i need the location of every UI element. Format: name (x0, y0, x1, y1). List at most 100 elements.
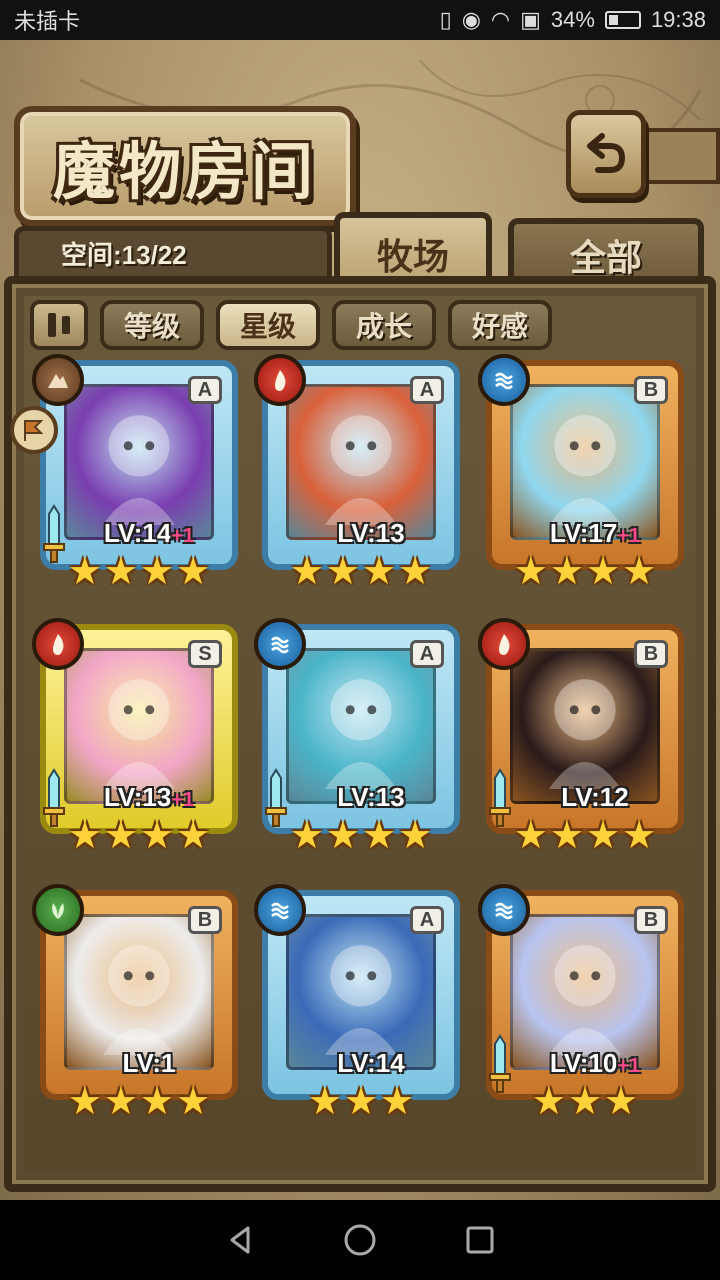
level-text: LV:13 (337, 782, 405, 812)
star-icon: ★ (67, 815, 102, 857)
back-button[interactable] (566, 110, 646, 198)
battery-icon (604, 11, 641, 29)
nav-recents-icon[interactable] (462, 1222, 498, 1258)
rank-badge: S (188, 640, 222, 668)
star-icon: ★ (343, 1081, 379, 1123)
star-rating: ★ ★ ★ ★ (480, 552, 690, 592)
filter-affection-button[interactable]: 好感 (448, 300, 552, 350)
star-icon: ★ (622, 815, 657, 857)
star-rating: ★ ★ ★ ★ (256, 552, 466, 592)
monster-card[interactable]: B LV:1 ★ ★ ★ ★ (32, 884, 244, 1122)
star-icon: ★ (176, 815, 211, 857)
rank-badge: B (634, 906, 668, 934)
monster-card[interactable]: B LV:10+1 ★ ★ ★ (478, 884, 690, 1122)
level-bonus: +1 (617, 525, 641, 547)
star-icon: ★ (103, 1081, 138, 1123)
star-icon: ★ (531, 1081, 566, 1123)
monster-card[interactable]: A LV:14 ★ ★ ★ (254, 884, 466, 1122)
earth-element-icon (32, 354, 84, 406)
monster-portrait (64, 384, 214, 540)
clock: 19:38 (650, 7, 706, 32)
star-icon: ★ (622, 551, 657, 593)
back-bar-decoration (646, 128, 720, 184)
water-element-icon (478, 884, 530, 936)
monster-card[interactable]: B LV:12 ★ ★ ★ ★ (478, 618, 690, 857)
team-leader-badge[interactable] (10, 406, 58, 454)
level-label: LV:12 (520, 782, 670, 813)
star-rating: ★ ★ ★ ★ (256, 816, 466, 856)
star-icon: ★ (380, 1081, 415, 1123)
level-label: LV:17+1 (520, 518, 670, 549)
level-label: LV:1 (74, 1048, 224, 1079)
level-label: LV:14+1 (74, 518, 224, 549)
fire-element-icon (478, 618, 530, 670)
sort-order-toggle[interactable] (30, 300, 88, 350)
monster-card[interactable]: S LV:13+1 ★ ★ ★ ★ (32, 618, 244, 857)
monster-portrait (510, 384, 660, 540)
back-arrow-icon (587, 133, 626, 173)
level-text: LV:14 (337, 1048, 405, 1078)
level-label: LV:14 (296, 1048, 446, 1079)
level-text: LV:1 (122, 1048, 176, 1078)
star-rating: ★ ★ ★ ★ (34, 552, 244, 592)
system-nav-bar (0, 1200, 720, 1280)
monster-card[interactable]: A LV:14+1 ★ ★ ★ ★ (32, 354, 244, 592)
monster-card[interactable]: A LV:13 ★ ★ ★ ★ (254, 354, 466, 592)
monster-card[interactable]: A LV:13 ★ ★ ★ ★ (254, 618, 466, 856)
level-text: LV:10 (549, 1048, 618, 1078)
star-icon: ★ (398, 551, 433, 593)
star-icon: ★ (103, 551, 138, 593)
star-rating: ★ ★ ★ (480, 1082, 690, 1122)
star-icon: ★ (398, 815, 433, 857)
star-icon: ★ (140, 1081, 175, 1123)
flag-icon (24, 420, 44, 441)
water-element-icon (254, 618, 306, 670)
star-icon: ★ (289, 815, 324, 857)
monster-portrait (286, 914, 436, 1070)
nav-back-icon[interactable] (222, 1222, 258, 1258)
star-rating: ★ ★ ★ (256, 1082, 466, 1122)
page-title: 魔物房间 (52, 135, 317, 208)
level-text: LV:17 (549, 518, 618, 548)
level-label: LV:13 (296, 782, 446, 813)
star-icon: ★ (549, 551, 584, 593)
star-icon: ★ (307, 1081, 342, 1123)
water-element-icon (478, 354, 530, 406)
water-element-icon (254, 884, 306, 936)
rank-badge: A (188, 376, 222, 404)
sort-filter-row: 等级 星级 成长 好感 (30, 300, 552, 350)
filter-growth-button[interactable]: 成长 (332, 300, 436, 350)
star-icon: ★ (604, 1081, 639, 1123)
fire-element-icon (254, 354, 306, 406)
eye-icon: ◉ (461, 7, 481, 32)
star-icon: ★ (67, 551, 102, 593)
sim-icon: ▣ (520, 7, 541, 32)
level-text: LV:14 (103, 518, 172, 548)
filter-star-button[interactable]: 星级 (216, 300, 320, 350)
star-icon: ★ (586, 551, 621, 593)
star-icon: ★ (140, 551, 175, 593)
monster-portrait (510, 648, 660, 804)
carrier-text: 未插卡 (14, 9, 81, 34)
vibrate-icon: ▯ (439, 7, 452, 32)
star-icon: ★ (362, 551, 397, 593)
star-icon: ★ (586, 815, 621, 857)
level-text: LV:13 (337, 518, 405, 548)
star-icon: ★ (325, 815, 360, 857)
capacity-label: 空间:13/22 (14, 226, 332, 276)
star-icon: ★ (176, 1081, 211, 1123)
filter-level-button[interactable]: 等级 (100, 300, 204, 350)
rank-badge: B (188, 906, 222, 934)
star-icon: ★ (289, 551, 324, 593)
level-text: LV:12 (561, 782, 629, 812)
star-icon: ★ (176, 551, 211, 593)
title-plate: 魔物房间 (14, 106, 356, 226)
monster-portrait (286, 384, 436, 540)
nav-home-icon[interactable] (342, 1222, 378, 1258)
level-bonus: +1 (171, 525, 195, 547)
wood-element-icon (32, 884, 84, 936)
monster-portrait (510, 914, 660, 1070)
star-rating: ★ ★ ★ ★ (34, 1082, 244, 1122)
rank-badge: A (410, 640, 444, 668)
monster-card[interactable]: B LV:17+1 ★ ★ ★ ★ (478, 354, 690, 592)
